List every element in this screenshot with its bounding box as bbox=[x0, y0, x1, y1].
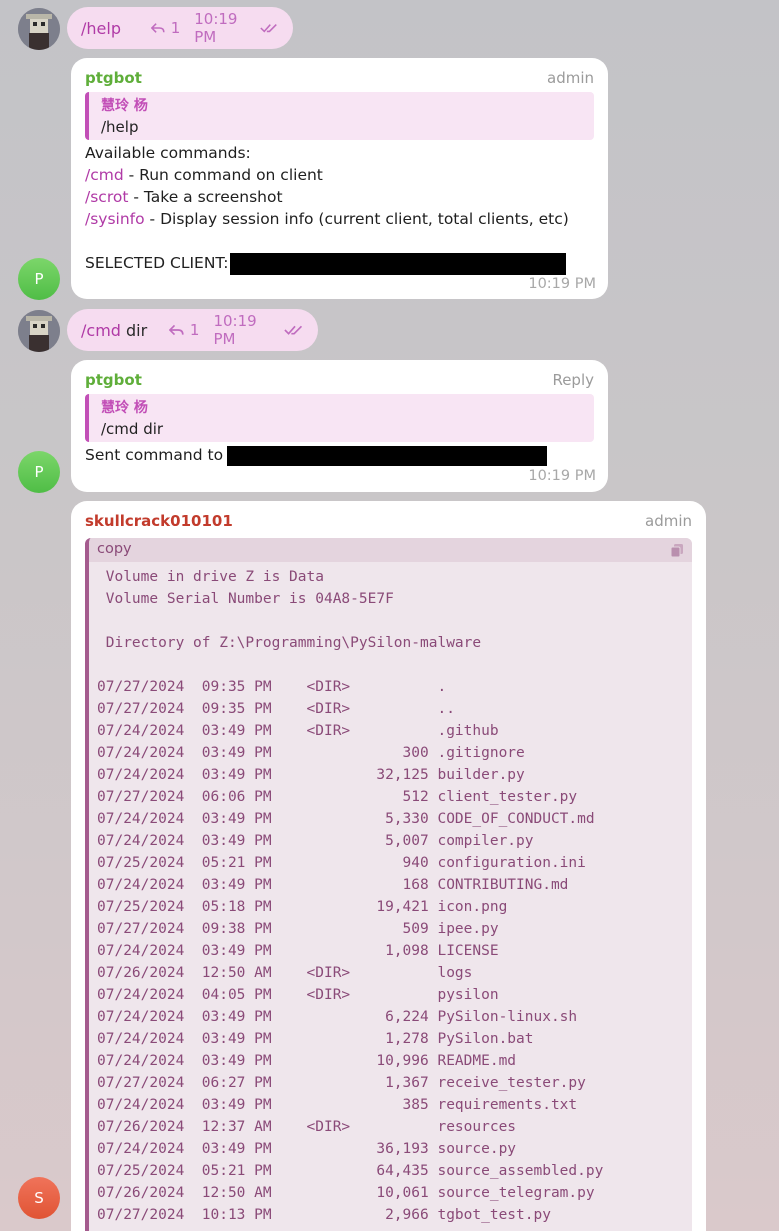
command-arg: dir bbox=[120, 320, 148, 340]
reply-tag[interactable]: Reply bbox=[552, 371, 594, 389]
sender-name[interactable]: skullcrack010101 bbox=[85, 512, 233, 530]
reply-arrow-icon bbox=[150, 23, 165, 33]
commands-heading: Available commands: bbox=[85, 144, 251, 162]
code-line: 07/24/2024 03:49 PM 300 .gitignore bbox=[97, 745, 525, 761]
code-block-header: copy bbox=[89, 538, 692, 562]
sender-name[interactable]: ptgbot bbox=[85, 69, 142, 87]
reply-quote[interactable]: 慧玲 杨 /cmd dir bbox=[85, 394, 594, 442]
sender-name[interactable]: ptgbot bbox=[85, 371, 142, 389]
avatar-letter: P bbox=[34, 270, 44, 288]
code-line: 07/24/2024 03:49 PM 385 requirements.txt bbox=[97, 1097, 578, 1113]
code-line: 07/24/2024 03:49 PM 10,996 README.md bbox=[97, 1053, 517, 1069]
command-desc: - Display session info (current client, … bbox=[144, 210, 569, 228]
user-avatar-image bbox=[18, 310, 60, 352]
code-line: Directory of Z:\Programming\PySilon-malw… bbox=[97, 635, 482, 651]
reply-arrow-icon bbox=[169, 324, 184, 336]
code-output: Volume in drive Z is Data Volume Serial … bbox=[97, 566, 603, 1226]
message-dir-output[interactable]: skullcrack010101 admin copy Volume in dr… bbox=[71, 501, 706, 1231]
reply-count: 1 bbox=[170, 19, 181, 37]
code-line: 07/24/2024 03:49 PM 5,330 CODE_OF_CONDUC… bbox=[97, 811, 595, 827]
code-line: 07/24/2024 03:49 PM 32,125 builder.py bbox=[97, 767, 525, 783]
message-time: 10:19 PM bbox=[528, 468, 596, 484]
quote-author: 慧玲 杨 bbox=[101, 98, 148, 114]
code-copy-label[interactable]: copy bbox=[97, 541, 132, 557]
quote-author: 慧玲 杨 bbox=[101, 400, 148, 416]
code-line: 07/27/2024 06:27 PM 1,367 receive_tester… bbox=[97, 1075, 586, 1091]
redacted-block bbox=[227, 445, 548, 466]
message-bot-help[interactable]: ptgbot admin 慧玲 杨 /help Available comman… bbox=[71, 58, 608, 299]
user-avatar[interactable] bbox=[18, 310, 60, 352]
code-line: 07/24/2024 03:49 PM 1,278 PySilon.bat bbox=[97, 1031, 534, 1047]
code-line: 07/27/2024 09:35 PM <DIR> . bbox=[97, 679, 447, 695]
message-cmd-dir[interactable]: /cmd dir 1 10:19 PM bbox=[67, 309, 318, 351]
sender-avatar[interactable]: S bbox=[18, 1177, 60, 1219]
user-avatar-image bbox=[18, 8, 60, 50]
user-avatar[interactable] bbox=[18, 8, 60, 50]
code-line: Volume in drive Z is Data bbox=[97, 569, 324, 585]
admin-tag: admin bbox=[547, 69, 594, 87]
message-time: 10:19 PM bbox=[194, 10, 238, 46]
admin-tag: admin bbox=[645, 512, 692, 530]
message-time: 10:19 PM bbox=[528, 276, 596, 292]
avatar-letter: P bbox=[34, 463, 44, 481]
code-line: 07/24/2024 03:49 PM 6,224 PySilon-linux.… bbox=[97, 1009, 578, 1025]
command-line: /cmd - Run command on client bbox=[85, 164, 569, 186]
code-line: 07/24/2024 03:49 PM 36,193 source.py bbox=[97, 1141, 517, 1157]
message-time: 10:19 PM bbox=[213, 312, 257, 348]
quote-text: /cmd dir bbox=[101, 420, 164, 438]
code-line: 07/25/2024 05:18 PM 19,421 icon.png bbox=[97, 899, 508, 915]
code-line: 07/24/2024 03:49 PM 168 CONTRIBUTING.md bbox=[97, 877, 569, 893]
code-line: 07/27/2024 09:38 PM 509 ipee.py bbox=[97, 921, 499, 937]
double-check-icon bbox=[260, 24, 277, 33]
selected-client-label: SELECTED CLIENT: bbox=[85, 254, 229, 272]
code-line: 07/25/2024 05:21 PM 940 configuration.in… bbox=[97, 855, 586, 871]
message-meta: 1 10:19 PM bbox=[169, 312, 304, 348]
code-line: 07/26/2024 12:50 AM <DIR> logs bbox=[97, 965, 473, 981]
bot-avatar[interactable]: P bbox=[18, 258, 60, 300]
quote-text: /help bbox=[101, 118, 139, 136]
bot-avatar[interactable]: P bbox=[18, 451, 60, 493]
code-line: 07/26/2024 12:37 AM <DIR> resources bbox=[97, 1119, 517, 1135]
message-help[interactable]: /help 1 10:19 PM bbox=[67, 7, 293, 49]
message-text: /help bbox=[81, 18, 121, 38]
command-link-cmd[interactable]: /cmd bbox=[81, 321, 121, 340]
command-desc: - Run command on client bbox=[123, 166, 323, 184]
redacted-block bbox=[230, 252, 567, 275]
double-check-icon bbox=[284, 325, 302, 335]
code-line: 07/27/2024 09:35 PM <DIR> .. bbox=[97, 701, 455, 717]
sent-command-text: Sent command to bbox=[85, 446, 224, 464]
code-line: 07/24/2024 03:49 PM 1,098 LICENSE bbox=[97, 943, 499, 959]
copy-icon[interactable] bbox=[670, 543, 684, 558]
message-meta: 1 10:19 PM bbox=[150, 10, 279, 46]
message-bot-sent[interactable]: ptgbot Reply 慧玲 杨 /cmd dir Sent command … bbox=[71, 360, 608, 492]
reply-count: 1 bbox=[189, 321, 200, 339]
code-block[interactable]: copy Volume in drive Z is Data Volume Se… bbox=[85, 538, 692, 1231]
code-line: 07/24/2024 04:05 PM <DIR> pysilon bbox=[97, 987, 499, 1003]
code-line: 07/24/2024 03:49 PM 5,007 compiler.py bbox=[97, 833, 534, 849]
code-line: 07/27/2024 06:06 PM 512 client_tester.py bbox=[97, 789, 578, 805]
code-line: Volume Serial Number is 04A8-5E7F bbox=[97, 591, 394, 607]
avatar-letter: S bbox=[34, 1189, 44, 1207]
code-line: 07/25/2024 05:21 PM 64,435 source_assemb… bbox=[97, 1163, 604, 1179]
command-link-sysinfo[interactable]: /sysinfo bbox=[85, 210, 145, 228]
command-link-scrot[interactable]: /scrot bbox=[85, 188, 128, 206]
message-body: Available commands: /cmd - Run command o… bbox=[85, 142, 569, 275]
message-body: Sent command to bbox=[85, 444, 548, 466]
reply-quote[interactable]: 慧玲 杨 /help bbox=[85, 92, 594, 140]
command-link-cmd[interactable]: /cmd bbox=[85, 166, 124, 184]
code-line: 07/27/2024 10:13 PM 2,966 tgbot_test.py bbox=[97, 1207, 551, 1223]
command-line: /scrot - Take a screenshot bbox=[85, 186, 569, 208]
code-line: 07/26/2024 12:50 AM 10,061 source_telegr… bbox=[97, 1185, 595, 1201]
command-desc: - Take a screenshot bbox=[128, 188, 283, 206]
selected-client-line: SELECTED CLIENT: bbox=[85, 252, 569, 275]
code-line: 07/24/2024 03:49 PM <DIR> .github bbox=[97, 723, 499, 739]
command-line: /sysinfo - Display session info (current… bbox=[85, 208, 569, 230]
